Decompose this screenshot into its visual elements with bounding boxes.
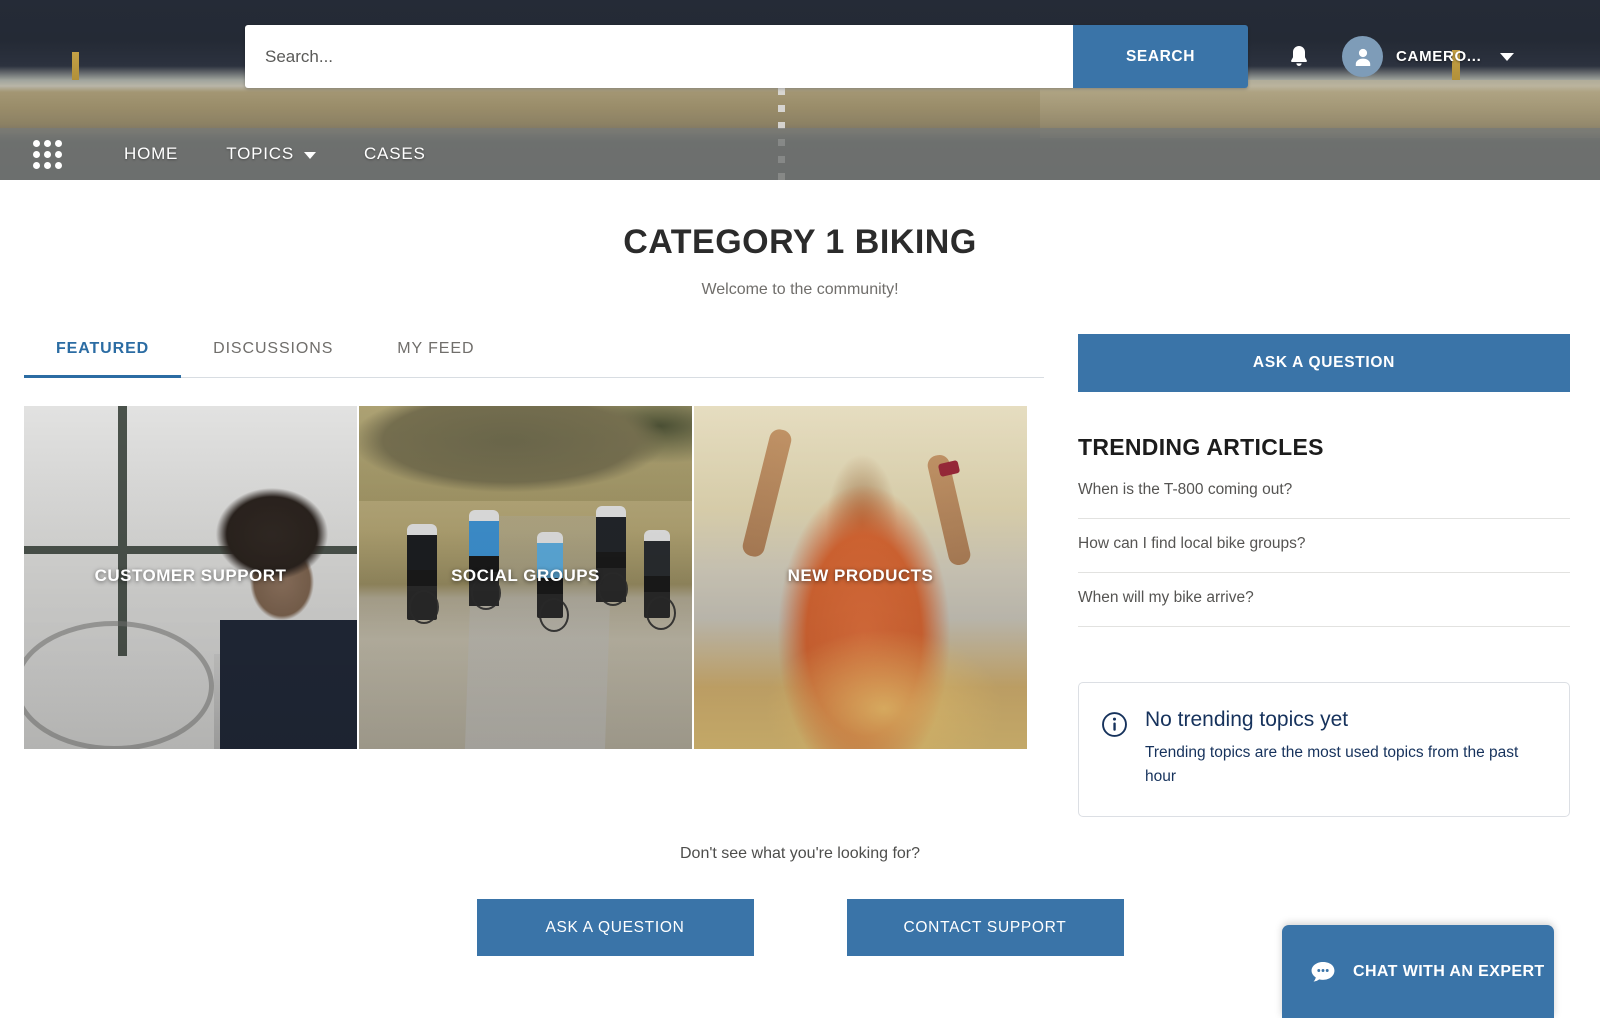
bell-icon bbox=[1291, 46, 1307, 66]
trending-article-item[interactable]: How can I find local bike groups? bbox=[1078, 519, 1570, 573]
search-button[interactable]: SEARCH bbox=[1073, 25, 1248, 88]
empty-state-body: Trending topics are the most used topics… bbox=[1145, 744, 1519, 786]
notifications-button[interactable] bbox=[1282, 40, 1316, 74]
featured-card-label: SOCIAL GROUPS bbox=[451, 566, 600, 585]
search-input[interactable] bbox=[245, 25, 1073, 88]
featured-card-new-products[interactable]: NEW PRODUCTS bbox=[694, 406, 1027, 749]
trending-articles-list: When is the T-800 coming out? How can I … bbox=[1078, 481, 1570, 627]
tab-discussions[interactable]: DISCUSSIONS bbox=[181, 322, 365, 378]
page-subtitle: Welcome to the community! bbox=[701, 281, 899, 298]
nav-item-topics-label: TOPICS bbox=[226, 144, 294, 163]
main-navigation: HOME TOPICS CASES bbox=[0, 128, 1600, 180]
empty-state-title: No trending topics yet bbox=[1145, 708, 1349, 731]
main-content: FEATURED DISCUSSIONS MY FEED CUSTOMER SU… bbox=[0, 322, 1600, 818]
chat-bubble-icon bbox=[1311, 961, 1335, 982]
chat-widget-label: CHAT WITH AN EXPERT bbox=[1353, 962, 1545, 980]
tab-featured-label: FEATURED bbox=[56, 339, 150, 357]
page-title: CATEGORY 1 BIKING bbox=[623, 223, 977, 261]
featured-card-customer-support[interactable]: CUSTOMER SUPPORT bbox=[24, 406, 357, 749]
chevron-down-icon bbox=[303, 152, 316, 159]
hero-banner: SEARCH CAMERO... HOME bbox=[0, 0, 1600, 180]
trending-topics-empty-state: No trending topics yet Trending topics a… bbox=[1078, 682, 1570, 818]
trending-article-item[interactable]: When will my bike arrive? bbox=[1078, 573, 1570, 627]
tab-list: FEATURED DISCUSSIONS MY FEED bbox=[24, 322, 1044, 378]
avatar bbox=[1342, 36, 1383, 77]
nav-item-home-label: HOME bbox=[124, 144, 179, 163]
chat-with-expert-widget[interactable]: CHAT WITH AN EXPERT bbox=[1282, 925, 1554, 1018]
trending-articles-heading: TRENDING ARTICLES bbox=[1078, 434, 1324, 460]
featured-card-label: CUSTOMER SUPPORT bbox=[94, 566, 287, 585]
tab-my-feed-label: MY FEED bbox=[397, 339, 475, 357]
nav-item-topics[interactable]: TOPICS bbox=[202, 128, 340, 180]
cta-prompt-text: Don't see what you're looking for? bbox=[679, 845, 921, 862]
nav-item-cases[interactable]: CASES bbox=[340, 128, 450, 180]
left-column: FEATURED DISCUSSIONS MY FEED CUSTOMER SU… bbox=[24, 322, 1044, 749]
tab-featured[interactable]: FEATURED bbox=[24, 322, 182, 378]
community-page: SEARCH CAMERO... HOME bbox=[0, 0, 1600, 1018]
waffle-grid-icon[interactable] bbox=[30, 137, 64, 171]
info-circle-icon bbox=[1102, 712, 1127, 737]
nav-item-home[interactable]: HOME bbox=[100, 128, 202, 180]
cta-ask-a-question-button[interactable]: ASK A QUESTION bbox=[476, 899, 754, 956]
user-avatar-icon bbox=[1355, 48, 1370, 66]
featured-card-social-groups[interactable]: SOCIAL GROUPS bbox=[359, 406, 692, 749]
cta-contact-support-button[interactable]: CONTACT SUPPORT bbox=[846, 899, 1124, 956]
sidebar-ask-a-question-button[interactable]: ASK A QUESTION bbox=[1078, 334, 1570, 392]
global-search: SEARCH bbox=[245, 25, 1248, 88]
user-name-label: CAMERO... bbox=[1396, 48, 1482, 65]
chevron-down-icon bbox=[1500, 52, 1515, 61]
right-sidebar: ASK A QUESTION TRENDING ARTICLES When is… bbox=[1078, 322, 1570, 818]
nav-item-cases-label: CASES bbox=[363, 144, 426, 163]
trending-article-item[interactable]: When is the T-800 coming out? bbox=[1078, 481, 1570, 519]
tab-my-feed[interactable]: MY FEED bbox=[365, 322, 506, 378]
featured-card-label: NEW PRODUCTS bbox=[787, 566, 934, 585]
featured-card-list: CUSTOMER SUPPORT SOCIAL GROUPS NEW PRODU… bbox=[24, 406, 1044, 749]
user-menu[interactable]: CAMERO... bbox=[1342, 36, 1515, 77]
tab-discussions-label: DISCUSSIONS bbox=[213, 339, 334, 357]
